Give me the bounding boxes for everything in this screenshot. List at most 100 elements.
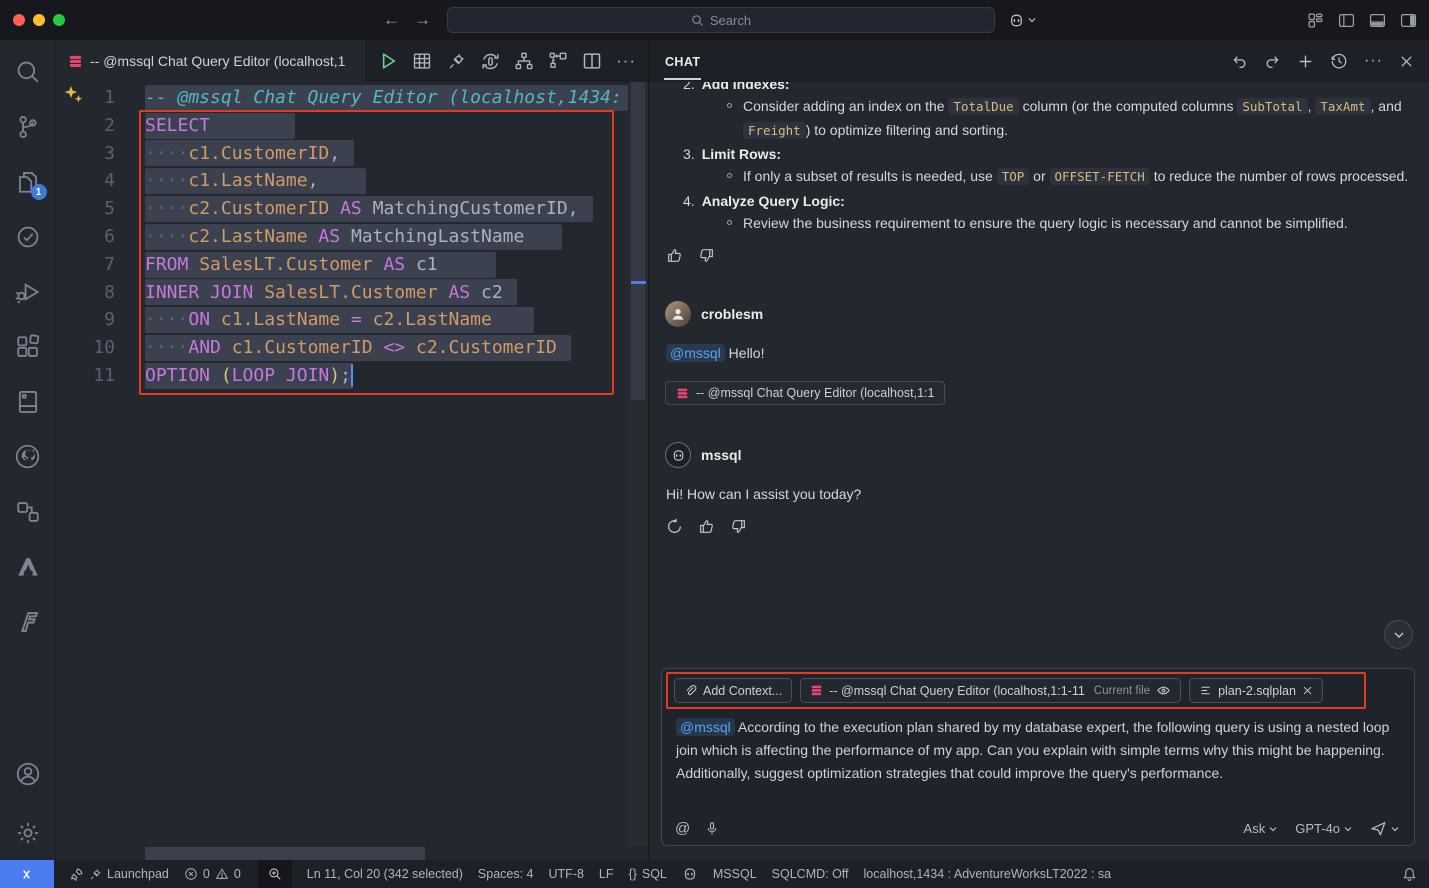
code-line[interactable]: 2SELECT: [56, 112, 628, 140]
vertical-scrollbar-slider[interactable]: [631, 82, 645, 400]
code-text: INNER JOIN SalesLT.Customer AS c2: [145, 279, 628, 307]
send-button[interactable]: [1370, 820, 1399, 837]
scroll-to-bottom-button[interactable]: [1384, 620, 1413, 649]
code-line[interactable]: 7FROM SalesLT.Customer AS c1: [56, 251, 628, 279]
code-line[interactable]: 11OPTION (LOOP JOIN);: [56, 362, 628, 390]
code-line[interactable]: 9····ON c1.LastName = c2.LastName: [56, 306, 628, 334]
database-icon: [68, 54, 83, 69]
code-editor[interactable]: 1-- @mssql Chat Query Editor (localhost,…: [56, 82, 648, 860]
selection-stub: [210, 113, 295, 139]
errors-count: 0: [203, 867, 210, 881]
selection-highlight: OPTION (LOOP JOIN);: [145, 363, 353, 389]
mssql-status[interactable]: MSSQL: [713, 867, 757, 881]
command-center-search[interactable]: Search: [447, 7, 995, 33]
redo-icon[interactable]: [1264, 53, 1281, 70]
sqlcmd-toggle-icon[interactable]: [546, 49, 570, 73]
eol-status[interactable]: LF: [599, 867, 614, 881]
sidebar-item-azure[interactable]: [4, 539, 52, 594]
copilot-menu[interactable]: [1008, 12, 1036, 29]
text-cursor: [351, 364, 353, 387]
context-pill[interactable]: -- @mssql Chat Query Editor (localhost,1…: [800, 678, 1181, 703]
estimated-plan-icon[interactable]: [512, 49, 536, 73]
forward-arrow-icon[interactable]: →: [414, 10, 431, 30]
connection-status[interactable]: localhost,1434 : AdventureWorksLT2022 : …: [864, 867, 1112, 881]
language-status[interactable]: {}SQL: [629, 867, 667, 881]
run-query-button[interactable]: [376, 49, 400, 73]
eye-icon-wrap[interactable]: [1156, 683, 1171, 698]
mention-button[interactable]: @: [675, 820, 690, 837]
sidebar-item-mssql[interactable]: [4, 374, 52, 429]
copilot-status[interactable]: [682, 866, 698, 882]
sidebar-item-flyway[interactable]: [4, 594, 52, 649]
remote-indicator[interactable]: [0, 860, 54, 888]
attachment-pill[interactable]: -- @mssql Chat Query Editor (localhost,1…: [665, 381, 945, 405]
close-window-button[interactable]: [13, 14, 25, 26]
sqlcmd-status[interactable]: SQLCMD: Off: [772, 867, 849, 881]
problems-status-item[interactable]: 0 0: [184, 867, 241, 881]
add-context-button[interactable]: Add Context...: [674, 678, 792, 703]
remove-context-icon[interactable]: [1302, 685, 1313, 696]
split-editor-icon[interactable]: [580, 49, 604, 73]
vertical-scrollbar[interactable]: [628, 82, 648, 847]
change-connection-icon[interactable]: [478, 49, 502, 73]
plug-icon: [89, 868, 102, 881]
sidebar-item-extensions[interactable]: [4, 319, 52, 374]
results-grid-icon[interactable]: [410, 49, 434, 73]
chat-input-text[interactable]: @mssql According to the execution plan s…: [676, 716, 1400, 785]
sidebar-item-explorer[interactable]: 1: [4, 154, 52, 209]
new-chat-icon[interactable]: [1297, 53, 1314, 70]
chat-input-container[interactable]: Add Context... -- @mssql Chat Query Edito…: [661, 668, 1415, 846]
rerun-icon[interactable]: [666, 518, 683, 535]
toggle-secondary-sidebar-icon[interactable]: [1400, 12, 1417, 29]
thumbs-up-icon[interactable]: [698, 518, 715, 535]
sidebar-item-source-control[interactable]: [4, 99, 52, 154]
sidebar-item-github[interactable]: [4, 429, 52, 484]
token: AS: [318, 223, 340, 251]
eye-icon[interactable]: [1156, 683, 1171, 698]
code-line[interactable]: 1-- @mssql Chat Query Editor (localhost,…: [56, 84, 628, 112]
history-icon[interactable]: [1330, 52, 1348, 70]
more-actions-icon[interactable]: ···: [614, 49, 638, 73]
disconnect-icon[interactable]: [444, 49, 468, 73]
horizontal-scrollbar[interactable]: [56, 847, 628, 860]
code-line[interactable]: 10····AND c1.CustomerID <> c2.CustomerID: [56, 334, 628, 362]
microphone-button[interactable]: [705, 821, 719, 836]
context-pill[interactable]: plan-2.sqlplan: [1189, 678, 1323, 703]
line-number: 7: [56, 251, 115, 279]
tab-mssql-query-editor[interactable]: -- @mssql Chat Query Editor (localhost,1: [56, 40, 366, 82]
chat-more-icon[interactable]: ···: [1364, 52, 1383, 70]
thumbs-down-icon[interactable]: [730, 518, 747, 535]
thumbs-down-icon[interactable]: [698, 247, 715, 264]
minimize-window-button[interactable]: [33, 14, 45, 26]
thumbs-up-icon[interactable]: [666, 247, 683, 264]
sidebar-item-object-explorer[interactable]: [4, 484, 52, 539]
zoom-window-button[interactable]: [53, 14, 65, 26]
launchpad-status-item[interactable]: Launchpad: [69, 867, 169, 882]
notifications-bell-icon[interactable]: [1402, 867, 1417, 882]
sidebar-item-accounts[interactable]: [4, 746, 52, 801]
indentation-status[interactable]: Spaces: 4: [478, 867, 534, 881]
code-line[interactable]: 6····c2.LastName AS MatchingLastName: [56, 223, 628, 251]
mode-picker[interactable]: Ask: [1244, 821, 1278, 836]
code-line[interactable]: 4····c1.LastName,: [56, 167, 628, 195]
cursor-position-status[interactable]: Ln 11, Col 20 (342 selected): [307, 867, 463, 881]
model-picker[interactable]: GPT-4o: [1295, 821, 1352, 836]
sidebar-item-settings[interactable]: [4, 805, 52, 860]
sidebar-item-search[interactable]: [4, 44, 52, 99]
sidebar-item-testing[interactable]: [4, 209, 52, 264]
customize-layout-icon[interactable]: [1307, 12, 1324, 29]
tab-chat[interactable]: CHAT: [664, 43, 701, 80]
back-arrow-icon[interactable]: ←: [383, 10, 400, 30]
undo-icon[interactable]: [1231, 53, 1248, 70]
toggle-primary-sidebar-icon[interactable]: [1338, 12, 1355, 29]
code-line[interactable]: 5····c2.CustomerID AS MatchingCustomerID…: [56, 195, 628, 223]
encoding-status[interactable]: UTF-8: [549, 867, 584, 881]
code-line[interactable]: 8INNER JOIN SalesLT.Customer AS c2: [56, 279, 628, 307]
close-chat-icon[interactable]: [1399, 54, 1414, 69]
sidebar-item-run-debug[interactable]: [4, 264, 52, 319]
code-line[interactable]: 3····c1.CustomerID,: [56, 140, 628, 168]
horizontal-scrollbar-slider[interactable]: [145, 847, 425, 860]
close-icon-wrap[interactable]: [1302, 685, 1313, 696]
toggle-panel-icon[interactable]: [1369, 12, 1386, 29]
zoom-status-item[interactable]: [258, 860, 292, 888]
